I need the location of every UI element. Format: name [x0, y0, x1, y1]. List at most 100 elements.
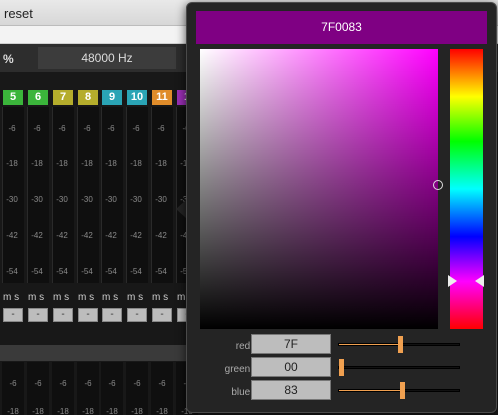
- meter-tick-label: -54: [81, 267, 93, 276]
- mute-solo-buttons[interactable]: m s: [28, 292, 44, 303]
- meter-tick-label: -30: [105, 195, 117, 204]
- channel-number-badge[interactable]: 11: [152, 90, 172, 105]
- meter-tick-label: -54: [56, 267, 68, 276]
- meter-tick-label: -18: [57, 407, 69, 415]
- meter-tick-label: -30: [81, 195, 93, 204]
- meter-tick-label: -18: [6, 159, 18, 168]
- channel-number-badge[interactable]: 5: [3, 90, 23, 105]
- level-meter: -6 -18 -30 -42 -54: [126, 107, 148, 283]
- meter-tick-label: -42: [130, 231, 142, 240]
- meter-tick-label: -42: [81, 231, 93, 240]
- blue-slider-thumb[interactable]: [400, 382, 405, 399]
- routing-button[interactable]: -: [152, 308, 172, 322]
- meter-tick-label: -6: [34, 379, 42, 388]
- blue-label: blue:: [231, 387, 253, 398]
- hue-marker-left-icon[interactable]: [448, 275, 457, 287]
- meter-tick-label: -18: [130, 159, 142, 168]
- mute-solo-buttons[interactable]: m s: [78, 292, 94, 303]
- meter-tick-label: -54: [105, 267, 117, 276]
- meter-tick-label: -6: [83, 124, 91, 133]
- meter-tick-label: -18: [7, 407, 19, 415]
- red-slider-fill: [339, 344, 400, 345]
- meter-tick-label: -18: [31, 159, 43, 168]
- routing-button[interactable]: -: [127, 308, 147, 322]
- blue-slider-fill: [339, 390, 402, 391]
- level-meter: -6 -18 -30 -42 -54: [101, 107, 123, 283]
- level-meter: -6 -18 -30 -42 -54: [77, 107, 99, 283]
- percent-label: %: [3, 52, 14, 66]
- green-slider-thumb[interactable]: [339, 359, 344, 376]
- lower-level-meter: -6 -18: [126, 362, 148, 415]
- mute-solo-buttons[interactable]: m s: [152, 292, 168, 303]
- meter-tick-label: -42: [56, 231, 68, 240]
- meter-tick-label: -30: [6, 195, 18, 204]
- meter-tick-label: -54: [155, 267, 167, 276]
- mute-solo-buttons[interactable]: m s: [3, 292, 19, 303]
- sample-rate-display[interactable]: 48000 Hz: [38, 47, 176, 69]
- lower-level-meter: -6 -18: [151, 362, 173, 415]
- meter-tick-label: -42: [6, 231, 18, 240]
- lower-level-meter: -6 -18: [52, 362, 74, 415]
- routing-button[interactable]: -: [28, 308, 48, 322]
- channel-number-badge[interactable]: 6: [28, 90, 48, 105]
- meter-tick-label: -30: [31, 195, 43, 204]
- meter-tick-label: -30: [155, 195, 167, 204]
- level-meter: -6 -18 -30 -42 -54: [27, 107, 49, 283]
- color-picker-popover: 7F0083 red: 7F green: 00 blue: 83: [186, 2, 497, 413]
- lower-channel-bar: [0, 345, 186, 361]
- hex-color-display[interactable]: 7F0083: [196, 11, 487, 44]
- red-slider[interactable]: [338, 336, 460, 353]
- channel-number-badge[interactable]: 9: [102, 90, 122, 105]
- meter-tick-label: -30: [56, 195, 68, 204]
- mute-solo-buttons[interactable]: m s: [127, 292, 143, 303]
- lower-level-meter: -6 -18: [77, 362, 99, 415]
- green-value-field[interactable]: 00: [251, 357, 331, 377]
- sv-cursor-handle[interactable]: [433, 180, 443, 190]
- hue-marker-right-icon[interactable]: [475, 275, 484, 287]
- channel-number-badge[interactable]: 7: [53, 90, 73, 105]
- blue-slider[interactable]: [338, 382, 460, 399]
- red-label: red:: [235, 341, 253, 352]
- meter-tick-label: -18: [82, 407, 94, 415]
- meter-tick-label: -42: [155, 231, 167, 240]
- mute-solo-buttons[interactable]: m s: [53, 292, 69, 303]
- channel-number-badge[interactable]: 10: [127, 90, 147, 105]
- meter-tick-label: -6: [33, 124, 41, 133]
- meter-tick-label: -6: [133, 379, 141, 388]
- meter-tick-label: -18: [155, 159, 167, 168]
- red-value-field[interactable]: 7F: [251, 334, 331, 354]
- meter-tick-label: -6: [9, 379, 17, 388]
- red-slider-thumb[interactable]: [398, 336, 403, 353]
- meter-tick-label: -6: [84, 379, 92, 388]
- meter-tick-label: -54: [6, 267, 18, 276]
- meter-tick-label: -54: [31, 267, 43, 276]
- hue-slider[interactable]: [450, 49, 483, 329]
- blue-value-field[interactable]: 83: [251, 380, 331, 400]
- saturation-value-field[interactable]: [200, 49, 438, 329]
- meter-tick-label: -6: [108, 379, 116, 388]
- lower-level-meter: -6 -18: [2, 362, 24, 415]
- green-label: green:: [224, 364, 253, 375]
- meter-tick-label: -42: [31, 231, 43, 240]
- level-meter: -6 -18 -30 -42 -54: [52, 107, 74, 283]
- meter-tick-label: -6: [157, 124, 165, 133]
- window-title: reset: [4, 6, 33, 21]
- meter-tick-label: -18: [81, 159, 93, 168]
- meter-tick-label: -18: [105, 159, 117, 168]
- meter-tick-label: -54: [130, 267, 142, 276]
- meter-tick-label: -18: [32, 407, 44, 415]
- meter-tick-label: -6: [158, 379, 166, 388]
- channel-number-badge[interactable]: 8: [78, 90, 98, 105]
- level-meter: -6 -18 -30 -42 -54: [2, 107, 24, 283]
- meter-tick-label: -6: [107, 124, 115, 133]
- meter-tick-label: -6: [132, 124, 140, 133]
- meter-tick-label: -18: [106, 407, 118, 415]
- routing-button[interactable]: -: [3, 308, 23, 322]
- mute-solo-buttons[interactable]: m s: [102, 292, 118, 303]
- routing-button[interactable]: -: [102, 308, 122, 322]
- routing-button[interactable]: -: [53, 308, 73, 322]
- green-slider[interactable]: [338, 359, 460, 376]
- meter-tick-label: -6: [59, 379, 67, 388]
- routing-button[interactable]: -: [78, 308, 98, 322]
- meter-tick-label: -18: [56, 159, 68, 168]
